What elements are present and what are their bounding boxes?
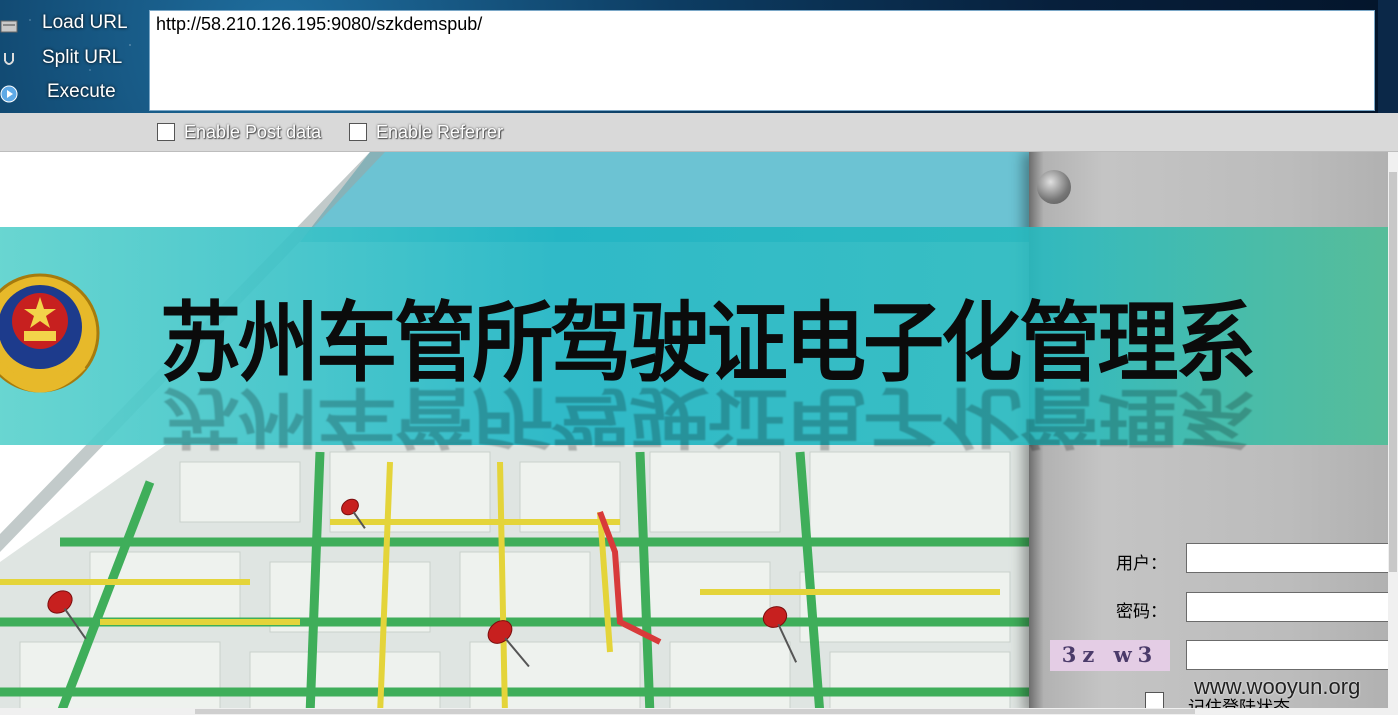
hackbar-options: Enable Post data Enable Referrer xyxy=(0,113,1398,152)
split-url-icon xyxy=(4,53,14,65)
hackbar-toolbar: Load URL Split URL Execute http://58.210… xyxy=(0,0,1398,113)
execute-button[interactable]: Execute xyxy=(0,77,140,109)
captcha-image[interactable]: 3z w3 xyxy=(1050,640,1170,671)
panel-knob-icon xyxy=(1037,170,1071,204)
load-url-button[interactable]: Load URL xyxy=(0,8,140,40)
execute-icon xyxy=(0,85,18,103)
split-url-button[interactable]: Split URL xyxy=(0,43,140,75)
password-label: 密码： xyxy=(1116,602,1167,622)
police-emblem-icon xyxy=(0,273,100,393)
toolbar-edge xyxy=(1378,0,1398,113)
enable-referrer-checkbox[interactable] xyxy=(349,123,367,141)
execute-label: Execute xyxy=(47,81,116,102)
vertical-scroll-thumb[interactable] xyxy=(1389,172,1397,572)
username-input[interactable] xyxy=(1186,543,1398,573)
enable-post-data-label: Enable Post data xyxy=(184,122,322,142)
watermark-text: www.wooyun.org xyxy=(1194,674,1361,699)
captcha-input[interactable] xyxy=(1186,640,1398,670)
enable-referrer-label: Enable Referrer xyxy=(376,122,504,142)
username-label: 用户： xyxy=(1116,554,1167,574)
enable-post-data-checkbox[interactable] xyxy=(157,123,175,141)
login-page: 苏州车管所驾驶证电子化管理系 苏州车管所驾驶证电子化管理系 用户： 密码： 3z… xyxy=(0,152,1398,715)
horizontal-scrollbar[interactable] xyxy=(0,708,1388,715)
page-title-reflection: 苏州车管所驾驶证电子化管理系 xyxy=(160,378,1254,456)
horizontal-scroll-thumb[interactable] xyxy=(195,709,1195,714)
password-input[interactable] xyxy=(1186,592,1398,622)
load-url-icon xyxy=(0,20,18,33)
split-url-label: Split URL xyxy=(42,47,123,68)
url-input[interactable]: http://58.210.126.195:9080/szkdemspub/ xyxy=(149,10,1375,111)
title-banner: 苏州车管所驾驶证电子化管理系 苏州车管所驾驶证电子化管理系 xyxy=(0,227,1398,456)
load-url-label: Load URL xyxy=(42,12,128,33)
vertical-scrollbar[interactable] xyxy=(1388,152,1398,715)
